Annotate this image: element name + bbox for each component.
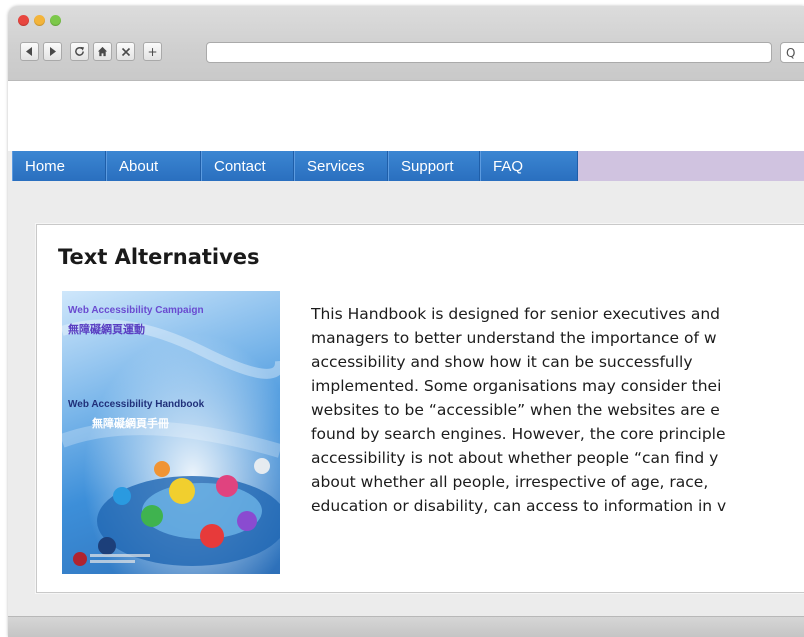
reload-icon xyxy=(75,46,85,56)
paragraph-line: accessibility and show how it can be suc… xyxy=(311,353,693,371)
main-navigation: Home About Contact Services Support FAQ xyxy=(12,151,804,181)
paragraph-line: about whether all people, irrespective o… xyxy=(311,473,709,491)
content-panel: Text Alternatives Web Accessibility Camp… xyxy=(36,224,804,593)
maximize-window-button[interactable] xyxy=(50,15,61,26)
browser-chrome: + Q xyxy=(8,6,804,81)
intro-paragraph: This Handbook is designed for senior exe… xyxy=(311,302,804,518)
paragraph-line: websites to be “accessible” when the web… xyxy=(311,401,720,419)
cover-campaign-title-cn: 無障礙網頁運動 xyxy=(68,323,145,336)
nav-item-home[interactable]: Home xyxy=(12,151,106,181)
handbook-cover-image: Web Accessibility Campaign 無障礙網頁運動 Web A… xyxy=(62,291,280,574)
minimize-window-button[interactable] xyxy=(34,15,45,26)
page-title: Text Alternatives xyxy=(58,245,260,269)
paragraph-line: managers to better understand the import… xyxy=(311,329,717,347)
forward-button[interactable] xyxy=(43,42,62,61)
search-icon: Q xyxy=(786,45,796,60)
paragraph-line: found by search engines. However, the co… xyxy=(311,425,726,443)
paragraph-line: This Handbook is designed for senior exe… xyxy=(311,305,721,323)
cover-handbook-title-cn: 無障礙網頁手冊 xyxy=(92,417,169,430)
browser-toolbar: + xyxy=(20,42,162,61)
page-header xyxy=(8,81,804,151)
paragraph-line: implemented. Some organisations may cons… xyxy=(311,377,722,395)
browser-window: + Q Home About Contact Services Support … xyxy=(8,6,804,637)
home-icon xyxy=(97,46,108,57)
search-field[interactable]: Q xyxy=(780,42,804,63)
paragraph-line: education or disability, can access to i… xyxy=(311,497,727,515)
web-page: Home About Contact Services Support FAQ … xyxy=(8,81,804,616)
home-button[interactable] xyxy=(93,42,112,61)
close-window-button[interactable] xyxy=(18,15,29,26)
cover-handbook-title: Web Accessibility Handbook xyxy=(68,399,205,410)
stop-button[interactable] xyxy=(116,42,135,61)
forward-arrow-icon xyxy=(50,47,56,56)
nav-item-about[interactable]: About xyxy=(106,151,201,181)
address-bar[interactable] xyxy=(206,42,772,63)
window-controls xyxy=(18,15,61,26)
nav-item-faq[interactable]: FAQ xyxy=(480,151,578,181)
nav-item-support[interactable]: Support xyxy=(388,151,480,181)
cover-campaign-title: Web Accessibility Campaign xyxy=(68,305,204,316)
close-icon xyxy=(121,47,130,56)
nav-item-services[interactable]: Services xyxy=(294,151,388,181)
new-tab-button[interactable]: + xyxy=(143,42,162,61)
back-arrow-icon xyxy=(26,47,32,56)
paragraph-line: accessibility is not about whether peopl… xyxy=(311,449,719,467)
browser-status-bar xyxy=(8,616,804,637)
back-button[interactable] xyxy=(20,42,39,61)
reload-button[interactable] xyxy=(70,42,89,61)
nav-item-contact[interactable]: Contact xyxy=(201,151,294,181)
